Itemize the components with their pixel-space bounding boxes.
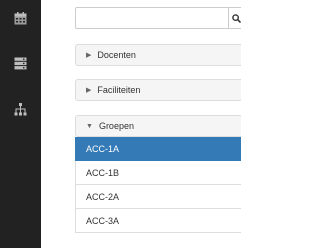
panel-groepen[interactable]: ▼ Groepen — [75, 115, 241, 137]
list-item-label: ACC-3A — [86, 215, 120, 226]
panel-label: Groepen — [98, 121, 134, 131]
panel-docenten[interactable]: ▶ Docenten — [75, 44, 241, 66]
panel-label: Docenten — [97, 50, 136, 60]
panel-label: Faciliteiten — [97, 85, 141, 95]
search-button[interactable] — [228, 7, 241, 29]
server-icon[interactable] — [14, 57, 27, 70]
list-item-label: ACC-1B — [86, 167, 120, 178]
search-icon — [232, 13, 241, 23]
list-item-label: ACC-2A — [86, 191, 120, 202]
group-item-acc-2a[interactable]: ACC-2A — [75, 185, 241, 209]
resource-sidebar: ▶ Docenten ▶ Faciliteiten ▼ Groepen ACC-… — [62, 0, 241, 248]
group-item-acc-3a[interactable]: ACC-3A — [75, 209, 241, 233]
app-nav-rail — [0, 0, 41, 248]
caret-down-icon: ▼ — [86, 122, 93, 130]
group-item-acc-1a[interactable]: ACC-1A — [75, 137, 241, 161]
search-bar — [75, 7, 241, 29]
caret-right-icon: ▶ — [86, 87, 92, 94]
search-input[interactable] — [75, 7, 228, 29]
panel-faciliteiten[interactable]: ▶ Faciliteiten — [75, 79, 241, 101]
caret-right-icon: ▶ — [86, 52, 92, 59]
list-item-label: ACC-1A — [86, 143, 120, 154]
calendar-icon[interactable] — [14, 12, 27, 25]
sitemap-icon[interactable] — [14, 103, 27, 116]
group-item-acc-1b[interactable]: ACC-1B — [75, 161, 241, 185]
